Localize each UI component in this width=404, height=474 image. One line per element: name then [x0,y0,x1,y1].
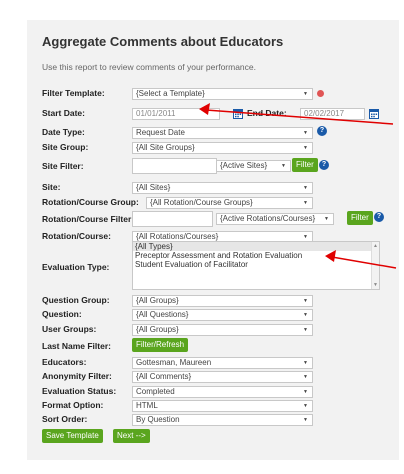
annotation-arrow [325,250,397,269]
annotation-arrows [199,103,397,269]
annotation-arrow [199,103,394,125]
